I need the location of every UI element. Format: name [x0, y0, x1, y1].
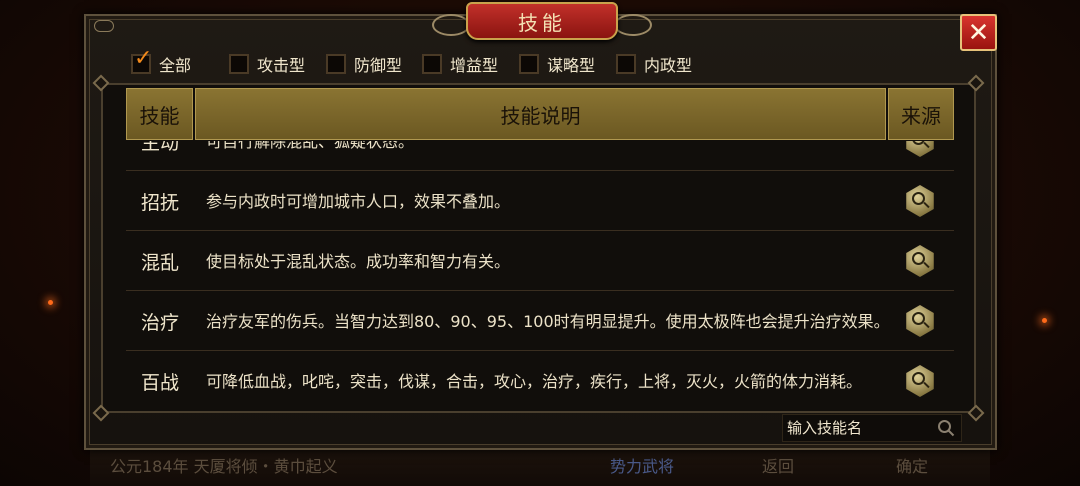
checkbox[interactable]: [422, 54, 442, 74]
skill-description: 使目标处于混乱状态。成功率和智力有关。: [206, 251, 511, 271]
checkbox[interactable]: ✓: [131, 48, 152, 74]
dialog-title-tab: 技能: [466, 2, 618, 40]
checkbox[interactable]: [326, 54, 346, 74]
table-header: 技能 技能说明 来源: [126, 88, 954, 140]
skill-description: 治疗友军的伤兵。当智力达到80、90、95、100时有明显提升。使用太极阵也会提…: [206, 311, 890, 331]
skill-name: 主动: [140, 141, 179, 154]
checkbox[interactable]: [616, 54, 636, 74]
title-ornament-left: [432, 14, 470, 36]
magnifier-handle: [923, 201, 930, 209]
era-text: 公元184年 天厦将倾・黄巾起义: [110, 457, 338, 476]
table-row: 混乱 使目标处于混乱状态。成功率和智力有关。: [126, 231, 954, 291]
header-description: 技能说明: [195, 88, 886, 140]
filter-buff[interactable]: 增益型: [422, 52, 498, 76]
filter-domestic[interactable]: 内政型: [616, 52, 692, 76]
magnifier-handle: [923, 261, 930, 269]
header-skill: 技能: [126, 88, 193, 140]
skill-description: 可自行解除混乱、狐疑状态。: [206, 141, 415, 151]
source-button[interactable]: [906, 141, 934, 157]
filter-label: 内政型: [644, 56, 693, 75]
magnifier-handle: [923, 141, 930, 149]
back-button: 返回: [762, 457, 795, 476]
skill-description: 参与内政时可增加城市人口，效果不叠加。: [206, 191, 511, 211]
ember-particle: [48, 300, 53, 305]
background-status-bar: 公元184年 天厦将倾・黄巾起义 势力武将 返回 确定: [90, 446, 990, 486]
skill-name: 治疗: [140, 311, 179, 334]
filter-strategy[interactable]: 谋略型: [519, 52, 595, 76]
magnifier-handle: [923, 321, 930, 329]
table-row: 招抚 参与内政时可增加城市人口，效果不叠加。: [126, 171, 954, 231]
table-row: 治疗 治疗友军的伤兵。当智力达到80、90、95、100时有明显提升。使用太极阵…: [126, 291, 954, 351]
faction-generals-button: 势力武将: [610, 457, 675, 476]
magnifier-handle: [923, 381, 930, 389]
header-source: 来源: [888, 88, 954, 140]
filter-label: 谋略型: [547, 56, 596, 75]
source-button[interactable]: [906, 245, 934, 277]
search-input[interactable]: [787, 419, 937, 437]
close-button[interactable]: ✕: [960, 14, 997, 51]
skills-list[interactable]: 主动 可自行解除混乱、狐疑状态。 招抚 参与内政时可增加城市人口，效果不叠加。 …: [126, 141, 954, 408]
ember-particle: [1042, 318, 1047, 323]
skill-search[interactable]: [782, 414, 962, 442]
table-row: 主动 可自行解除混乱、狐疑状态。: [126, 141, 954, 171]
source-button[interactable]: [906, 305, 934, 337]
title-ornament-right: [614, 14, 652, 36]
corner-ornament: [94, 20, 114, 32]
checkbox[interactable]: [229, 54, 249, 74]
filter-label: 增益型: [450, 56, 499, 75]
source-button[interactable]: [906, 365, 934, 397]
filter-label: 攻击型: [257, 56, 306, 75]
confirm-button: 确定: [896, 457, 929, 476]
filter-all[interactable]: ✓ 全部: [131, 48, 192, 76]
checkmark-icon: ✓: [134, 46, 153, 71]
search-icon[interactable]: [937, 419, 955, 437]
filter-attack[interactable]: 攻击型: [229, 52, 305, 76]
checkbox[interactable]: [519, 54, 539, 74]
skill-description: 可降低血战，叱咤，突击，伐谋，合击，攻心，治疗，疾行，上将，灭火，火箭的体力消耗…: [206, 371, 863, 391]
close-icon: ✕: [967, 17, 990, 48]
filter-label: 全部: [159, 56, 192, 75]
skill-name: 混乱: [140, 251, 179, 274]
dialog-title: 技能: [518, 10, 566, 35]
filter-row: ✓ 全部 攻击型 防御型 增益型 谋略型 内政型: [131, 48, 731, 76]
table-row: 百战 可降低血战，叱咤，突击，伐谋，合击，攻心，治疗，疾行，上将，灭火，火箭的体…: [126, 351, 954, 408]
skill-name: 百战: [140, 371, 179, 394]
filter-label: 防御型: [354, 56, 403, 75]
filter-defense[interactable]: 防御型: [326, 52, 402, 76]
skill-name: 招抚: [140, 191, 179, 214]
source-button[interactable]: [906, 185, 934, 217]
